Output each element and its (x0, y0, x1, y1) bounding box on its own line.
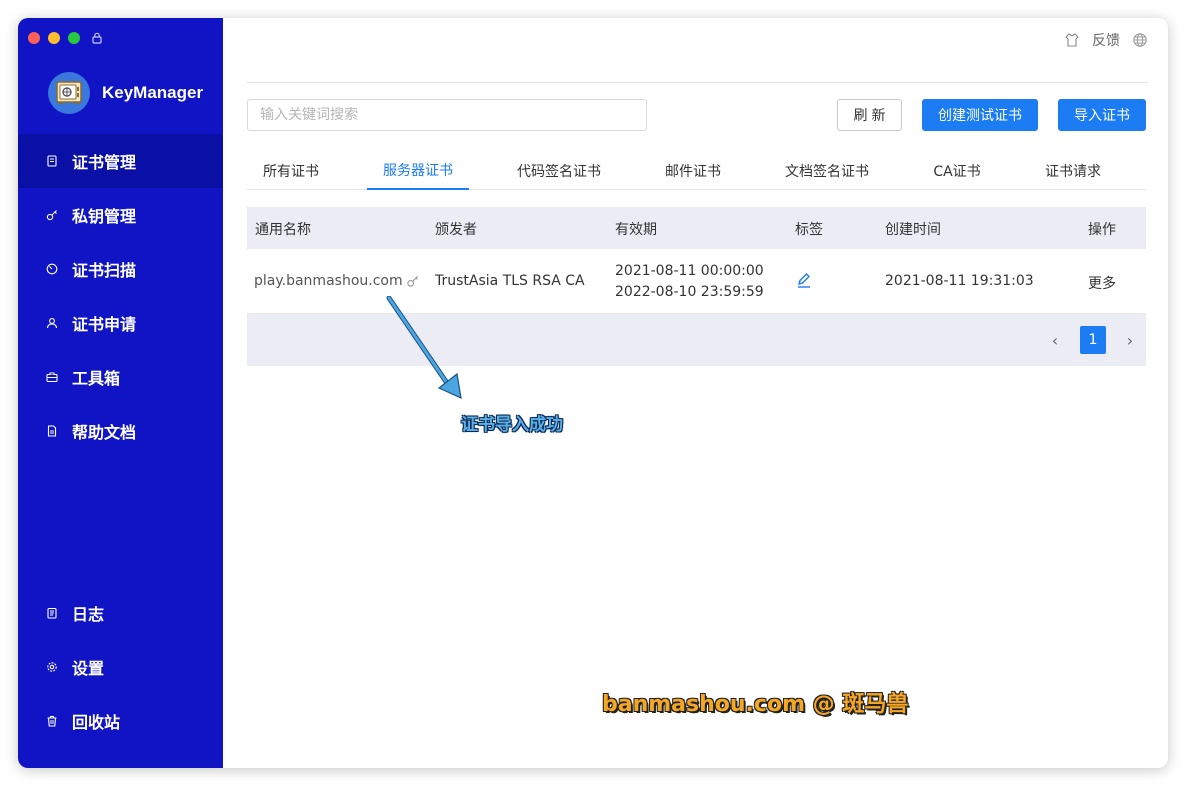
page-number[interactable]: 1 (1080, 326, 1106, 354)
tab-all-certificates[interactable]: 所有证书 (247, 152, 335, 190)
brand: KeyManager (48, 72, 203, 114)
safe-logo-icon (48, 72, 90, 114)
divider (247, 82, 1148, 83)
sidebar-item-label: 帮助文档 (72, 423, 137, 442)
tab-server-certificates[interactable]: 服务器证书 (367, 152, 469, 190)
column-header: 操作 (1088, 222, 1116, 238)
app-name: KeyManager (102, 83, 204, 102)
app-window: KeyManager 证书管理 私钥管理 证书扫描 证书申请 工具箱 帮助文档 … (18, 18, 1168, 768)
validity-cell: 2021-08-11 00:00:00 2022-08-10 23:59:59 (615, 261, 764, 303)
lock-icon[interactable] (91, 32, 103, 44)
sidebar-item-label: 设置 (72, 659, 105, 678)
sidebar-item-label: 证书扫描 (72, 261, 137, 280)
annotation-arrow (386, 296, 462, 400)
toolbox-icon (46, 372, 58, 383)
column-header: 通用名称 (255, 222, 311, 238)
sidebar-item-label: 证书管理 (72, 153, 137, 172)
valid-to: 2022-08-10 23:59:59 (615, 284, 764, 300)
create-test-certificate-button[interactable]: 创建测试证书 (922, 99, 1038, 131)
annotation-label: 证书导入成功 (461, 415, 563, 435)
sidebar-item-trash[interactable]: 回收站 (18, 694, 223, 748)
pagination: ‹ 1 › (247, 314, 1146, 366)
document-icon (47, 425, 57, 437)
sidebar-item-label: 回收站 (72, 713, 121, 732)
sidebar-item-help[interactable]: 帮助文档 (18, 404, 223, 458)
refresh-button[interactable]: 刷新 (837, 99, 902, 131)
sidebar-item-apply[interactable]: 证书申请 (18, 296, 223, 350)
user-icon (46, 318, 58, 329)
key-icon (46, 210, 57, 221)
column-header: 颁发者 (435, 222, 477, 238)
close-window-button[interactable] (28, 32, 40, 44)
common-name-cell: play.banmashou.com (254, 273, 420, 289)
window-controls (28, 32, 103, 44)
minimize-window-button[interactable] (48, 32, 60, 44)
tab-document-signing[interactable]: 文档签名证书 (771, 152, 883, 190)
log-icon (47, 607, 57, 619)
more-actions-link[interactable]: 更多 (1088, 273, 1116, 293)
tab-code-signing[interactable]: 代码签名证书 (503, 152, 615, 190)
tab-email-certificates[interactable]: 邮件证书 (651, 152, 735, 190)
sidebar-bottom-nav: 日志 设置 回收站 (18, 586, 223, 748)
shirt-icon[interactable] (1064, 32, 1080, 48)
certificate-tabs: 所有证书 服务器证书 代码签名证书 邮件证书 文档签名证书 CA证书 证书请求 (247, 152, 1146, 190)
sidebar-item-private-keys[interactable]: 私钥管理 (18, 188, 223, 242)
sidebar-item-settings[interactable]: 设置 (18, 640, 223, 694)
column-header: 有效期 (615, 222, 657, 238)
top-toolbar: 反馈 (1064, 30, 1148, 50)
created-time: 2021-08-11 19:31:03 (885, 273, 1034, 289)
table-header: 通用名称 颁发者 有效期 标签 创建时间 操作 (247, 207, 1146, 249)
chevron-left-icon[interactable]: ‹ (1047, 330, 1063, 350)
table-row[interactable]: play.banmashou.com TrustAsia TLS RSA CA … (247, 249, 1146, 314)
trash-icon (47, 715, 57, 727)
column-header: 标签 (795, 222, 823, 238)
edit-tag-button[interactable] (795, 271, 813, 293)
sidebar-item-label: 日志 (72, 605, 105, 624)
scan-icon (46, 263, 58, 275)
issuer: TrustAsia TLS RSA CA (435, 273, 585, 289)
column-header: 创建时间 (885, 222, 941, 238)
sidebar-item-log[interactable]: 日志 (18, 586, 223, 640)
tab-certificate-requests[interactable]: 证书请求 (1031, 152, 1115, 190)
import-certificate-button[interactable]: 导入证书 (1058, 99, 1146, 131)
certificate-icon (47, 155, 57, 167)
settings-icon (47, 662, 57, 672)
common-name[interactable]: play.banmashou.com (254, 273, 403, 289)
sidebar-item-label: 私钥管理 (72, 207, 137, 226)
key-icon[interactable] (406, 274, 420, 288)
sidebar-nav: 证书管理 私钥管理 证书扫描 证书申请 工具箱 帮助文档 (18, 134, 223, 458)
main-content: 反馈 刷新 创建测试证书 导入证书 所有证书 服务器证书 代码签名证书 邮件证书… (223, 18, 1168, 768)
search-input[interactable] (247, 99, 647, 131)
tab-ca-certificates[interactable]: CA证书 (919, 152, 995, 190)
feedback-link[interactable]: 反馈 (1092, 30, 1120, 50)
globe-icon[interactable] (1132, 32, 1148, 48)
sidebar-item-label: 证书申请 (72, 315, 137, 334)
chevron-right-icon[interactable]: › (1122, 330, 1138, 350)
certificate-table: 通用名称 颁发者 有效期 标签 创建时间 操作 play.banmashou.c… (247, 207, 1146, 366)
sidebar: KeyManager 证书管理 私钥管理 证书扫描 证书申请 工具箱 帮助文档 … (18, 18, 223, 768)
sidebar-item-certificates[interactable]: 证书管理 (18, 134, 223, 188)
sidebar-item-label: 工具箱 (72, 369, 121, 388)
sidebar-item-toolbox[interactable]: 工具箱 (18, 350, 223, 404)
pencil-icon (797, 273, 810, 288)
maximize-window-button[interactable] (68, 32, 80, 44)
valid-from: 2021-08-11 00:00:00 (615, 263, 764, 279)
sidebar-item-scan[interactable]: 证书扫描 (18, 242, 223, 296)
watermark: banmashou.com @ 斑马兽 (602, 692, 909, 717)
